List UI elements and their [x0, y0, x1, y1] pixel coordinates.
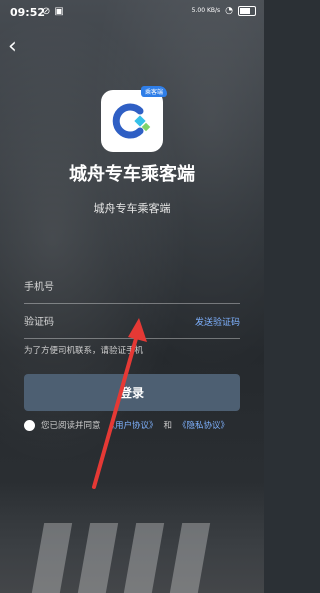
login-button[interactable]: 登录: [24, 374, 240, 411]
phone-input[interactable]: [24, 275, 240, 300]
notification-icon: ▣: [54, 6, 64, 17]
app-title: 城舟专车乘客端: [69, 164, 195, 185]
notification-icons: ⊘ ▣: [42, 6, 64, 17]
crosswalk-stripe: [123, 523, 165, 593]
wifi-icon: ◔: [225, 6, 233, 16]
road: [0, 483, 264, 593]
crosswalk-stripe: [77, 523, 119, 593]
battery-icon: [238, 6, 256, 16]
agreement-row: 您已阅读并同意 《用户协议》 和 《隐私协议》: [24, 419, 229, 431]
app-subtitle: 城舟专车乘客端: [93, 202, 171, 215]
back-icon[interactable]: ‹: [8, 36, 17, 58]
crosswalk-stripe: [31, 523, 73, 593]
notification-icon: ⊘: [42, 6, 51, 17]
user-agreement-link[interactable]: 《用户协议》: [107, 419, 158, 431]
privacy-policy-link[interactable]: 《隐私协议》: [178, 419, 229, 431]
status-bar: 09:52 ⊘ ▣ 5.00 KB/s ◔: [0, 0, 264, 24]
passenger-badge: 乘客端: [140, 86, 167, 97]
logo-icon: [112, 103, 151, 139]
network-speed: 5.00 KB/s: [191, 7, 221, 14]
phone-field[interactable]: [24, 275, 240, 304]
status-time: 09:52: [10, 6, 46, 19]
phone-hint: 为了方便司机联系，请验证手机: [24, 346, 144, 356]
code-input[interactable]: [24, 310, 174, 335]
status-right: 5.00 KB/s ◔: [192, 6, 256, 16]
send-code-button[interactable]: 发送验证码: [195, 315, 240, 328]
agreement-prefix: 您已阅读并同意: [41, 421, 101, 431]
code-field[interactable]: 发送验证码: [24, 310, 240, 339]
crosswalk-stripe: [169, 523, 211, 593]
agreement-radio[interactable]: [24, 419, 35, 431]
app-logo: 乘客端: [101, 86, 167, 152]
agreement-and: 和: [163, 421, 173, 431]
